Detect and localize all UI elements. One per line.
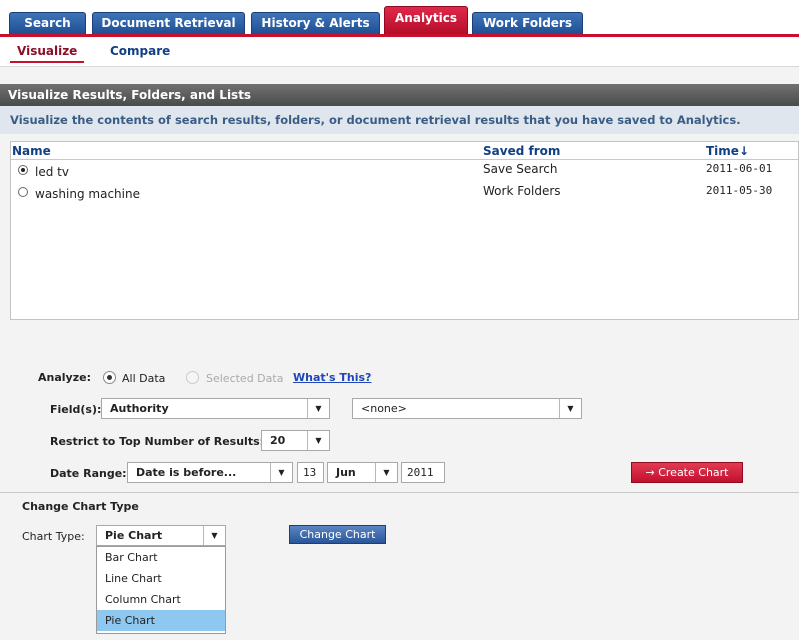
chart-type-select[interactable]: Pie Chart ▼ — [96, 525, 226, 546]
change-chart-button[interactable]: Change Chart — [289, 525, 386, 544]
change-chart-heading: Change Chart Type — [22, 500, 139, 513]
item-name: led tv — [35, 165, 69, 179]
top-results-value: 20 — [270, 434, 286, 447]
panel-description: Visualize the contents of search results… — [0, 106, 799, 134]
subnav-visualize[interactable]: Visualize — [17, 44, 77, 58]
item-saved-from: Save Search — [483, 162, 558, 176]
chevron-down-icon: ▼ — [559, 399, 581, 418]
chevron-down-icon: ▼ — [375, 463, 397, 482]
fields-label: Field(s): — [50, 403, 102, 416]
analytics-page: Search Document Retrieval History & Aler… — [0, 0, 799, 640]
selected-data-label: Selected Data — [206, 372, 284, 385]
all-data-label: All Data — [122, 372, 166, 385]
column-saved-from[interactable]: Saved from — [483, 144, 560, 158]
list-item[interactable]: led tv Save Search 2011-06-01 — [11, 161, 798, 183]
chevron-down-icon: ▼ — [307, 399, 329, 418]
row-radio[interactable] — [18, 165, 28, 175]
option-column-chart[interactable]: Column Chart — [97, 589, 225, 610]
month-select[interactable]: Jun ▼ — [327, 462, 398, 483]
chevron-down-icon: ▼ — [203, 526, 225, 545]
option-bar-chart[interactable]: Bar Chart — [97, 547, 225, 568]
list-header: Name Saved from Time↓ — [11, 142, 798, 160]
column-name[interactable]: Name — [12, 144, 51, 158]
year-input[interactable]: 2011 — [401, 462, 445, 483]
tab-document-retrieval[interactable]: Document Retrieval — [92, 12, 245, 34]
tab-analytics[interactable]: Analytics — [384, 6, 468, 34]
item-saved-from: Work Folders — [483, 184, 561, 198]
chart-type-label: Chart Type: — [22, 530, 85, 543]
top-results-select[interactable]: 20 ▼ — [261, 430, 330, 451]
option-line-chart[interactable]: Line Chart — [97, 568, 225, 589]
field-select-value: <none> — [361, 402, 407, 415]
active-subnav-indicator — [10, 61, 84, 63]
analyze-label: Analyze: — [38, 371, 91, 384]
restrict-label: Restrict to Top Number of Results: — [50, 435, 265, 448]
item-time: 2011-05-30 — [706, 184, 773, 197]
field-select-primary[interactable]: Authority ▼ — [101, 398, 330, 419]
field-select-value: Authority — [110, 402, 169, 415]
month-value: Jun — [336, 466, 356, 479]
day-input[interactable]: 13 — [297, 462, 324, 483]
date-mode-select[interactable]: Date is before... ▼ — [127, 462, 293, 483]
section-divider — [0, 492, 799, 493]
selected-data-radio[interactable] — [186, 371, 199, 384]
tab-work-folders[interactable]: Work Folders — [472, 12, 583, 34]
column-time[interactable]: Time↓ — [706, 144, 749, 158]
sub-navigation: Visualize Compare — [0, 37, 799, 67]
panel-title: Visualize Results, Folders, and Lists — [0, 84, 799, 106]
chart-type-value: Pie Chart — [105, 529, 163, 542]
whats-this-link[interactable]: What's This? — [293, 371, 371, 384]
main-tab-bar: Search Document Retrieval History & Aler… — [0, 0, 799, 37]
option-pie-chart[interactable]: Pie Chart — [97, 610, 225, 631]
chevron-down-icon: ▼ — [307, 431, 329, 450]
saved-items-list: Name Saved from Time↓ led tv Save Search… — [10, 141, 799, 320]
tab-search[interactable]: Search — [9, 12, 86, 34]
date-mode-value: Date is before... — [136, 466, 237, 479]
item-time: 2011-06-01 — [706, 162, 773, 175]
date-range-label: Date Range: — [50, 467, 127, 480]
field-select-secondary[interactable]: <none> ▼ — [352, 398, 582, 419]
item-name: washing machine — [35, 187, 140, 201]
chevron-down-icon: ▼ — [270, 463, 292, 482]
list-item[interactable]: washing machine Work Folders 2011-05-30 — [11, 183, 798, 205]
subnav-compare[interactable]: Compare — [110, 44, 170, 58]
create-chart-button[interactable]: → Create Chart — [631, 462, 743, 483]
chart-type-dropdown: Bar Chart Line Chart Column Chart Pie Ch… — [96, 546, 226, 634]
all-data-radio[interactable] — [103, 371, 116, 384]
tab-history-alerts[interactable]: History & Alerts — [251, 12, 380, 34]
row-radio[interactable] — [18, 187, 28, 197]
